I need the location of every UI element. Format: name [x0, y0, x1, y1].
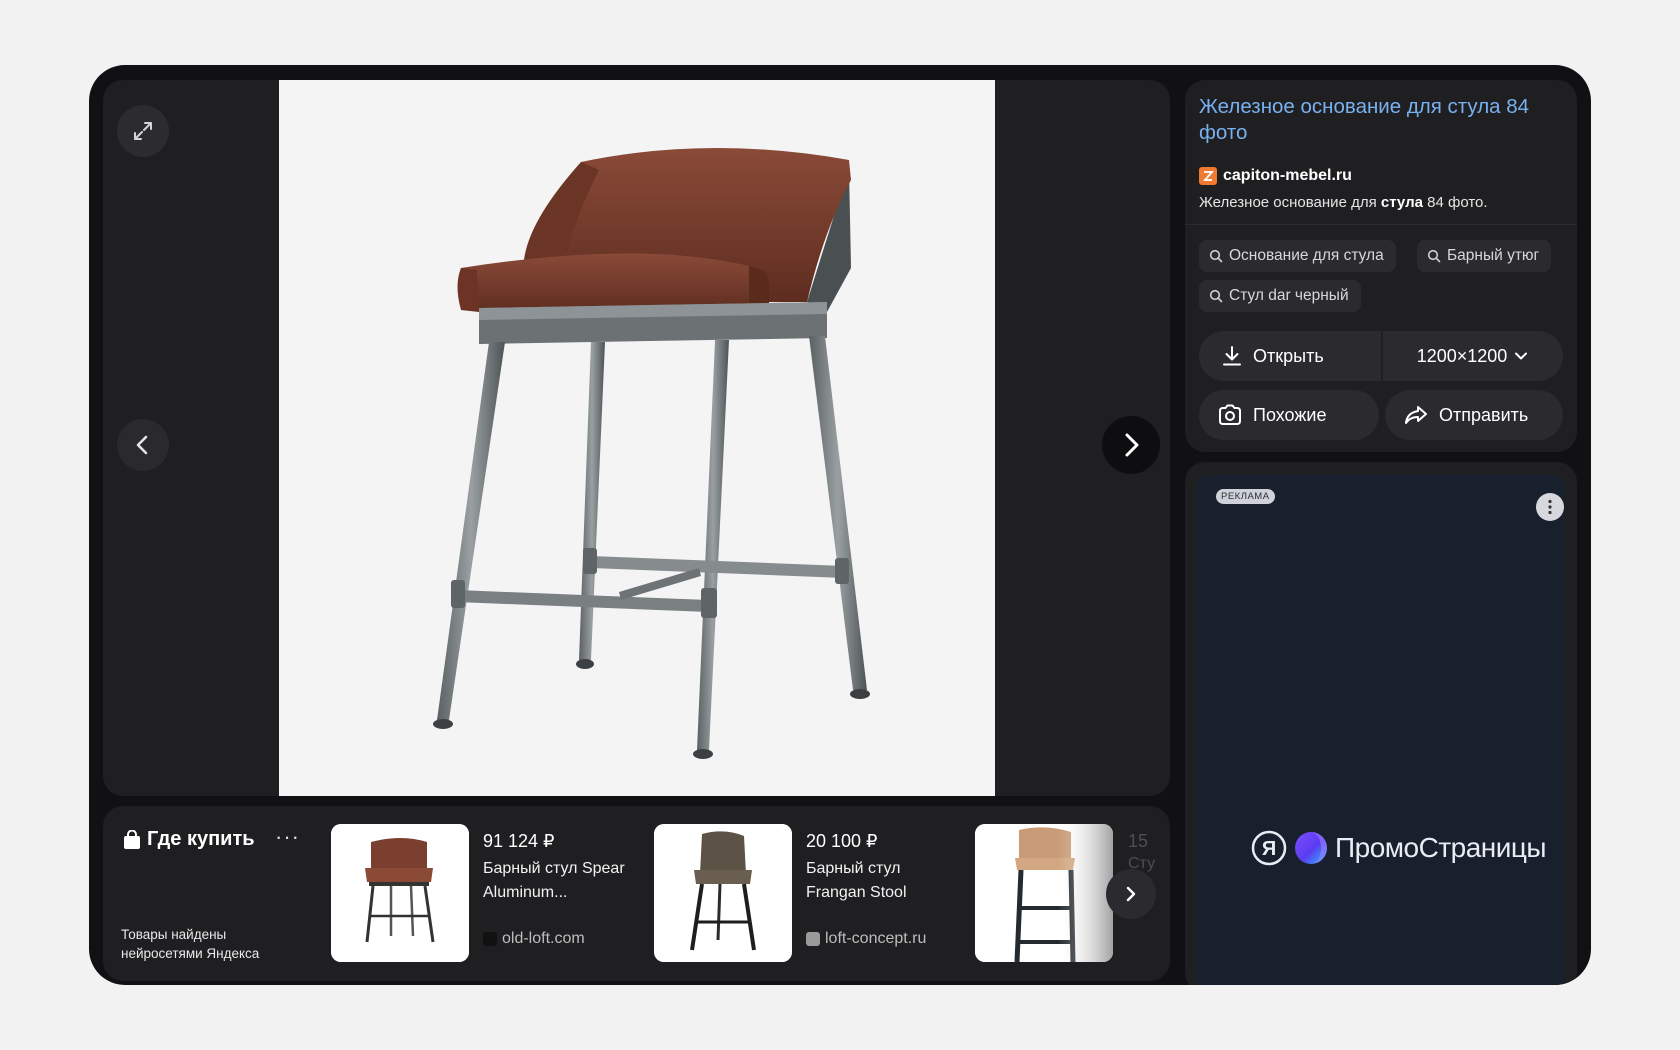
advertisement-panel: РЕКЛАМА Я ПромоСтраницы: [1185, 462, 1577, 985]
product-domain[interactable]: loft-concept.ru: [806, 930, 926, 948]
chevron-right-icon: [1125, 433, 1139, 457]
source-link[interactable]: capiton-mebel.ru: [1199, 167, 1352, 185]
promo-pages-title: ПромоСтраницы: [1335, 832, 1547, 863]
store-favicon-icon: [806, 932, 820, 946]
chip-label: Стул dar черный: [1229, 287, 1349, 304]
where-to-buy-title: Где купить: [147, 828, 255, 850]
product-price: 91 124 ₽: [483, 831, 555, 851]
divider: [1185, 224, 1577, 225]
advertisement-banner[interactable]: РЕКЛАМА Я ПромоСтраницы: [1197, 475, 1565, 985]
promo-pages-logo: Я ПромоСтраницы: [1251, 830, 1547, 866]
product-card[interactable]: 20 100 ₽ Барный стул Frangan Stool loft-…: [654, 824, 954, 962]
related-search-chip[interactable]: Стул dar черный: [1199, 280, 1361, 312]
chip-label: Барный утюг: [1447, 247, 1540, 264]
similar-images-button[interactable]: Похожие: [1199, 390, 1379, 440]
product-thumbnail[interactable]: [654, 824, 792, 962]
description-highlight: стула: [1380, 194, 1423, 211]
where-to-buy-section: Где купить ··· Товары найдены нейросетям…: [103, 806, 1170, 981]
where-to-buy-header[interactable]: Где купить: [123, 828, 255, 851]
image-size-dropdown[interactable]: 1200×1200: [1383, 331, 1563, 381]
search-icon: [1209, 249, 1223, 263]
image-size-label: 1200×1200: [1416, 345, 1508, 366]
product-thumbnail[interactable]: [975, 824, 1113, 962]
shopping-bag-icon: [124, 829, 140, 849]
product-card[interactable]: 91 124 ₽ Барный стул Spear Aluminum... o…: [331, 824, 631, 962]
share-button[interactable]: Отправить: [1385, 390, 1563, 440]
image-viewer: [103, 80, 1170, 796]
product-name[interactable]: Барный стул Spear Aluminum...: [483, 857, 633, 905]
expand-button[interactable]: [117, 105, 169, 157]
source-domain: capiton-mebel.ru: [1223, 167, 1352, 184]
related-search-chip[interactable]: Барный утюг: [1417, 240, 1552, 272]
image-info-panel: Железное основание для стула 84 фото cap…: [1185, 80, 1577, 452]
description-text: Железное основание для: [1199, 194, 1381, 211]
search-icon: [1209, 289, 1223, 303]
search-icon: [1427, 249, 1441, 263]
main-image[interactable]: [279, 80, 995, 796]
bar-stool-image: [279, 80, 995, 796]
chevron-right-icon: [1126, 886, 1136, 902]
more-options-button[interactable]: ···: [275, 824, 300, 850]
image-title-link[interactable]: Железное основание для стула 84 фото: [1199, 94, 1539, 146]
open-label: Открыть: [1253, 345, 1324, 366]
previous-image-button[interactable]: [117, 419, 169, 471]
product-domain[interactable]: old-loft.com: [483, 930, 585, 948]
store-favicon-icon: [483, 932, 497, 946]
related-search-chip[interactable]: Основание для стула: [1199, 240, 1396, 272]
product-price: 20 100 ₽: [806, 831, 878, 851]
products-next-button[interactable]: [1106, 869, 1156, 919]
chip-label: Основание для стула: [1229, 247, 1384, 264]
source-favicon-icon: [1199, 167, 1217, 185]
product-stool-image: [975, 824, 1113, 962]
more-vertical-icon: [1548, 499, 1552, 515]
products-note: Товары найдены нейросетями Яндекса: [121, 927, 260, 961]
expand-icon: [134, 122, 152, 140]
image-viewer-window: Где купить ··· Товары найдены нейросетям…: [89, 65, 1591, 985]
product-stool-image: [654, 824, 792, 962]
product-domain-text: old-loft.com: [502, 930, 585, 947]
svg-text:Я: Я: [1262, 838, 1276, 860]
download-icon: [1223, 346, 1241, 366]
yandex-logo-icon: Я: [1251, 830, 1287, 866]
camera-search-icon: [1219, 404, 1241, 425]
share-label: Отправить: [1439, 404, 1529, 425]
ad-badge: РЕКЛАМА: [1216, 489, 1275, 504]
product-name[interactable]: Барный стул Frangan Stool: [806, 857, 956, 905]
chevron-left-icon: [136, 435, 148, 455]
product-card[interactable]: [975, 824, 1115, 962]
ad-menu-button[interactable]: [1536, 493, 1564, 521]
description-text: 84 фото.: [1422, 194, 1488, 211]
similar-label: Похожие: [1253, 404, 1327, 425]
product-stool-image: [331, 824, 469, 962]
product-price-peek: 15: [1128, 831, 1149, 851]
product-domain-text: loft-concept.ru: [825, 930, 927, 947]
promo-orb-icon: [1295, 832, 1327, 864]
chevron-down-icon: [1515, 352, 1528, 360]
share-arrow-icon: [1405, 406, 1427, 424]
image-description: Железное основание для стула 84 фото.: [1199, 194, 1569, 211]
open-image-button[interactable]: Открыть: [1199, 331, 1381, 381]
next-image-button[interactable]: [1102, 416, 1160, 474]
product-thumbnail[interactable]: [331, 824, 469, 962]
